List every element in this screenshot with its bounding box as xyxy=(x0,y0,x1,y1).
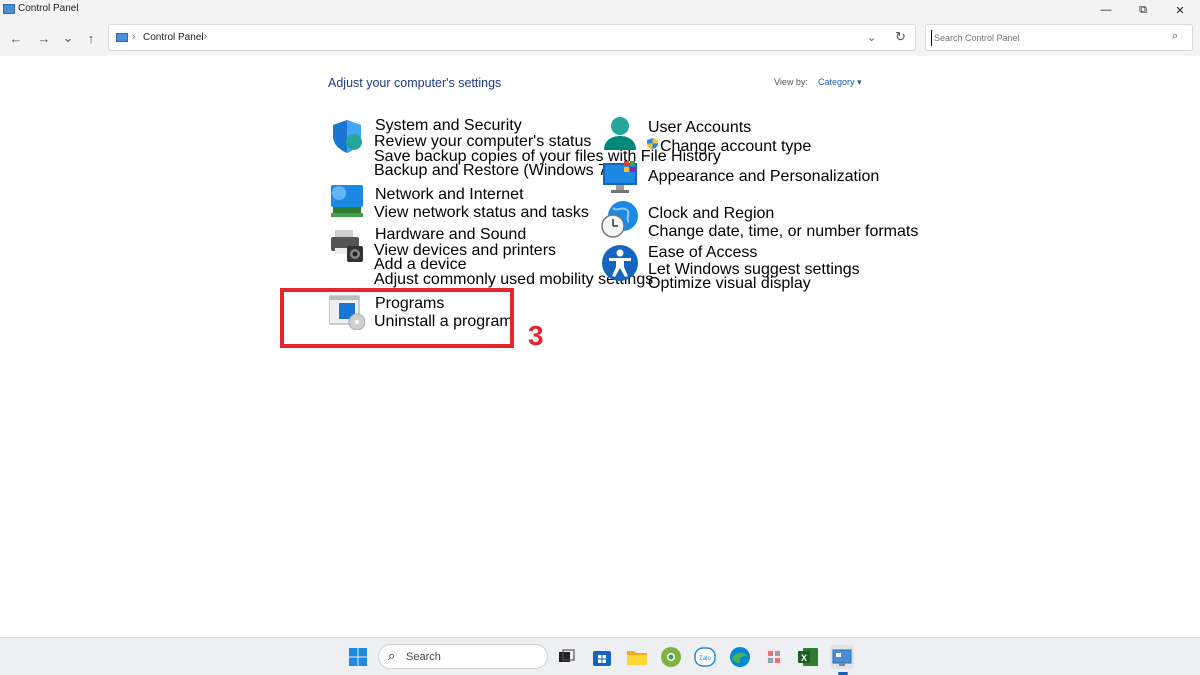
start-icon[interactable] xyxy=(346,645,370,669)
svg-text:Zalo: Zalo xyxy=(699,656,711,662)
link-change-account-type[interactable]: Change account type xyxy=(660,138,811,156)
excel-icon[interactable]: X xyxy=(796,645,820,669)
clock-globe-icon[interactable] xyxy=(601,200,639,238)
up-button[interactable]: ↑ xyxy=(82,29,100,47)
printer-icon[interactable] xyxy=(329,228,365,264)
taskbar-search-label: Search xyxy=(406,651,441,663)
step-number: 3 xyxy=(528,320,544,351)
zalo-icon[interactable]: Zalo xyxy=(693,645,717,669)
uac-shield-icon xyxy=(647,138,658,149)
snipping-icon[interactable] xyxy=(762,645,786,669)
address-bar[interactable]: › Control Panel › ⌄ ↻ xyxy=(108,24,916,51)
chevron-down-icon[interactable]: ⌄ xyxy=(867,31,876,44)
file-explorer-icon[interactable] xyxy=(625,645,649,669)
search-input[interactable] xyxy=(931,30,1161,46)
task-view-icon[interactable] xyxy=(554,645,578,669)
search-icon: ⌕ xyxy=(388,648,396,663)
search-icon[interactable]: ⌕ xyxy=(1172,30,1178,43)
shield-icon[interactable] xyxy=(329,118,365,154)
control-panel-icon xyxy=(832,649,852,666)
link-backup-restore[interactable]: Backup and Restore (Windows 7) xyxy=(374,162,612,180)
close-button[interactable]: ✕ xyxy=(1161,0,1199,20)
category-title-ease-of-access[interactable]: Ease of Access xyxy=(648,244,757,262)
recent-locations-button[interactable]: ⌄ xyxy=(59,29,77,47)
store-icon[interactable] xyxy=(590,645,614,669)
category-title-network-internet[interactable]: Network and Internet xyxy=(375,186,524,204)
monitor-icon[interactable] xyxy=(602,159,638,195)
link-network-status[interactable]: View network status and tasks xyxy=(374,204,589,222)
link-date-time-formats[interactable]: Change date, time, or number formats xyxy=(648,223,918,241)
breadcrumb-separator: › xyxy=(132,31,136,42)
control-panel-icon xyxy=(116,33,128,42)
accessibility-icon[interactable] xyxy=(601,244,639,282)
category-title-clock-region[interactable]: Clock and Region xyxy=(648,205,774,223)
search-box[interactable]: ⌕ xyxy=(925,24,1193,51)
control-panel-taskbar-button[interactable] xyxy=(830,645,854,669)
highlight-box xyxy=(280,288,514,348)
window-title: Control Panel xyxy=(18,3,79,14)
chrome-icon[interactable] xyxy=(659,645,683,669)
minimize-button[interactable]: — xyxy=(1087,0,1125,20)
page-title: Adjust your computer's settings xyxy=(328,76,502,90)
category-title-user-accounts[interactable]: User Accounts xyxy=(648,119,751,137)
breadcrumb-control-panel[interactable]: Control Panel xyxy=(143,32,204,43)
title-bar: Control Panel — ⧉ ✕ xyxy=(0,0,1200,20)
category-title-appearance[interactable]: Appearance and Personalization xyxy=(648,168,879,186)
taskbar-search[interactable]: ⌕ Search xyxy=(378,644,548,669)
refresh-icon[interactable]: ↻ xyxy=(895,29,906,45)
edge-icon[interactable] xyxy=(728,645,752,669)
user-icon[interactable] xyxy=(602,116,638,152)
navigation-bar: ← → ⌄ ↑ › Control Panel › ⌄ ↻ ⌕ xyxy=(0,20,1200,56)
back-button[interactable]: ← xyxy=(7,29,25,47)
breadcrumb-separator[interactable]: › xyxy=(204,31,207,42)
link-optimize-display[interactable]: Optimize visual display xyxy=(648,275,811,293)
forward-button[interactable]: → xyxy=(35,29,53,47)
taskbar: ⌕ Search Zalo X xyxy=(0,637,1200,675)
svg-text:X: X xyxy=(801,653,807,663)
view-by-dropdown[interactable]: Category ▾ xyxy=(818,77,862,88)
view-by-label: View by: xyxy=(774,77,808,87)
network-icon[interactable] xyxy=(329,183,365,219)
control-panel-icon xyxy=(3,4,15,14)
maximize-button[interactable]: ⧉ xyxy=(1124,0,1162,20)
